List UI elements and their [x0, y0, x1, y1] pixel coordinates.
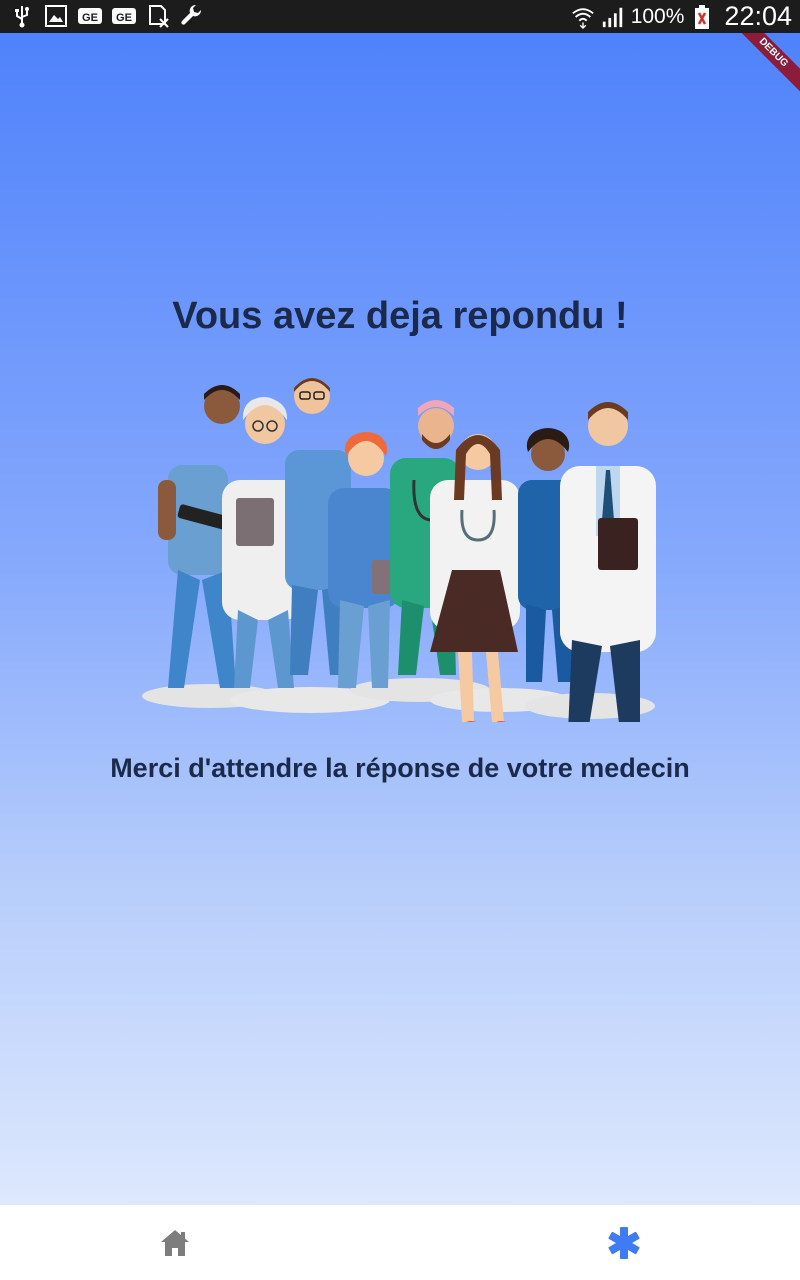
ge-badge-icon: GE: [112, 4, 136, 28]
ge-badge-icon: GE: [78, 4, 102, 28]
sim-icon: [146, 4, 170, 28]
svg-text:GE: GE: [82, 12, 98, 24]
status-left-icons: GE GE: [10, 4, 204, 28]
main-screen: DEBUG Vous avez deja repondu ! Merci d'a…: [0, 33, 800, 1205]
battery-icon: [690, 4, 714, 29]
medical-team-illustration: [142, 378, 656, 722]
wifi-icon: [571, 5, 595, 29]
svg-text:GE: GE: [116, 12, 132, 24]
status-bar: GE GE 100% 22:04: [0, 0, 800, 33]
nav-medical-button[interactable]: [604, 1223, 644, 1263]
wrench-icon: [180, 4, 204, 28]
home-icon: [161, 1230, 189, 1256]
image-icon: [44, 4, 68, 28]
nav-home-button[interactable]: [155, 1223, 195, 1263]
usb-icon: [10, 4, 34, 28]
debug-banner: DEBUG: [728, 33, 800, 98]
page-title: Vous avez deja repondu !: [172, 295, 628, 337]
asterisk-icon: [608, 1227, 640, 1259]
waiting-message: Merci d'attendre la réponse de votre med…: [110, 753, 690, 783]
clock: 22:04: [724, 1, 792, 31]
battery-percent: 100%: [630, 4, 685, 28]
status-right: 100% 22:04: [571, 0, 792, 33]
bottom-navigation: [0, 1205, 800, 1280]
signal-icon: [601, 5, 625, 29]
